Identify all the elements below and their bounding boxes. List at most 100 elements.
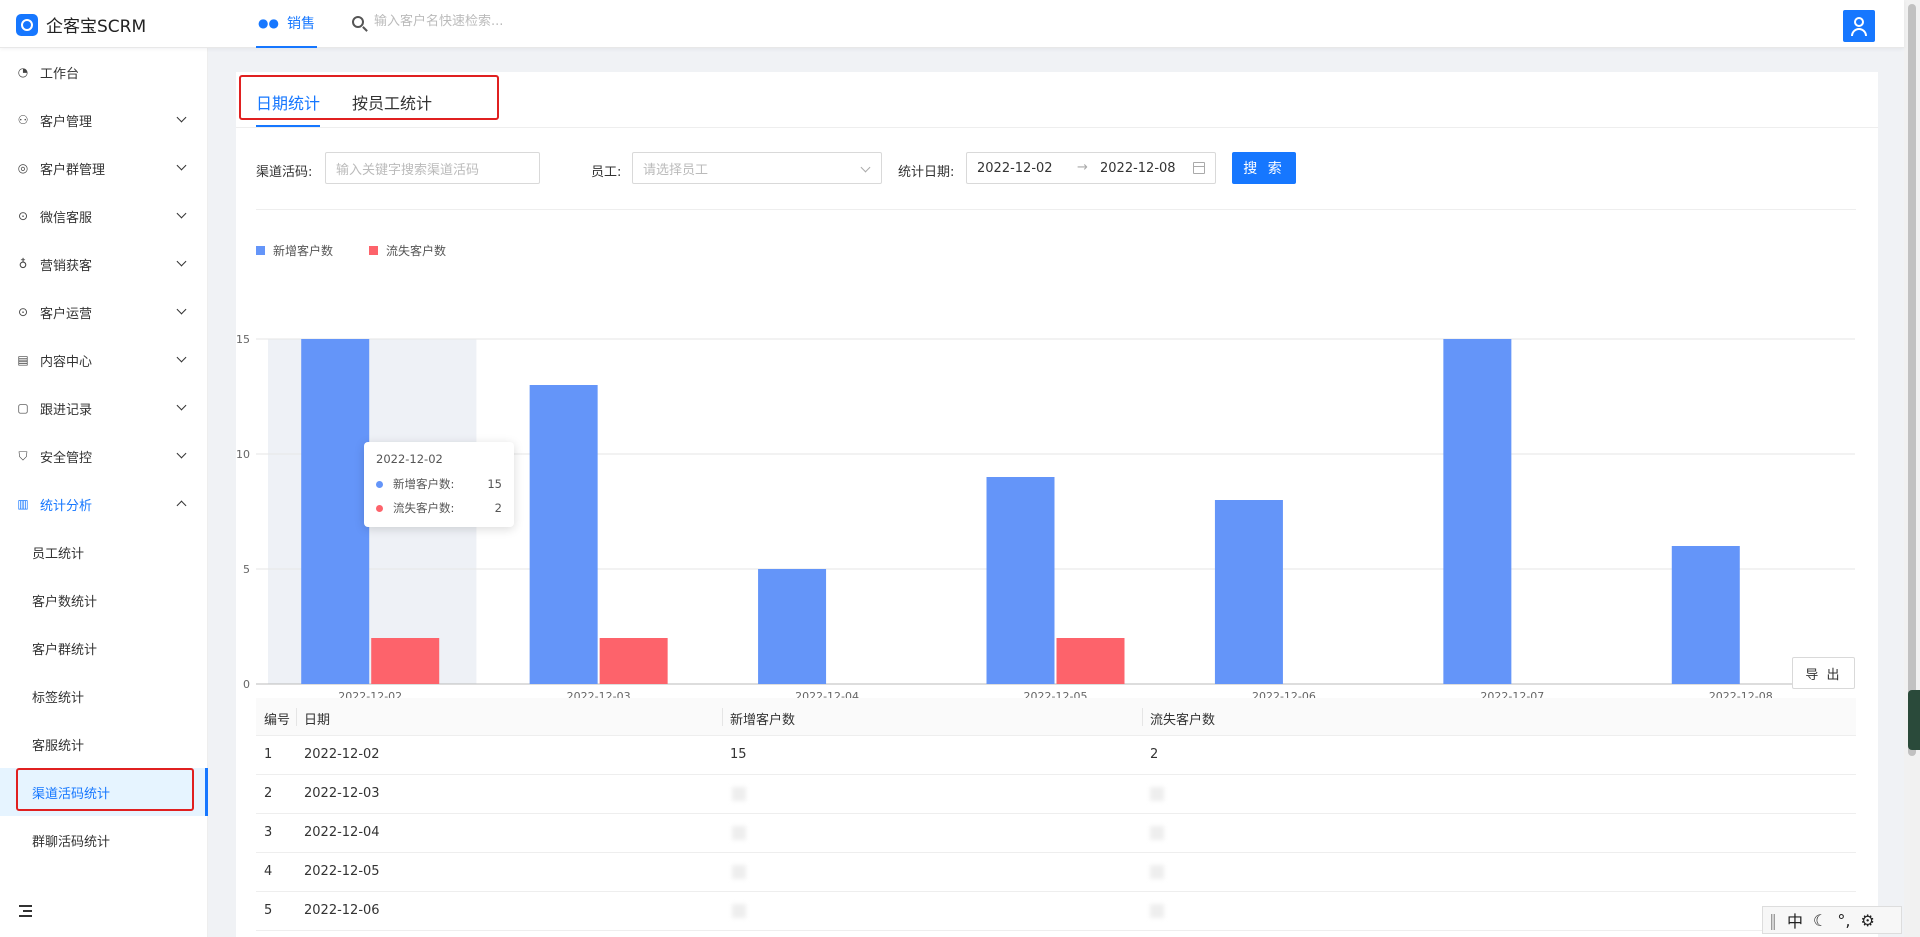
sidebar-sub-customer-stats[interactable]: 客户数统计 (0, 576, 208, 624)
tooltip-row: 新增客户数: 15 (376, 476, 502, 492)
tooltip-dot (376, 504, 383, 512)
side-widget-tab[interactable] (1908, 690, 1920, 750)
sidebar-item-workbench[interactable]: ◔ 工作台 (0, 48, 208, 96)
shield-icon: ⛉ (18, 448, 28, 463)
sidebar-item-followup[interactable]: ▢ 跟进记录 (0, 384, 208, 432)
channel-code-label: 渠道活码: (256, 165, 313, 180)
ime-mode[interactable]: 中 (1787, 908, 1803, 932)
gear-icon[interactable]: ⚙ (1860, 911, 1874, 930)
sidebar-item-label: 客户管理 (40, 114, 93, 130)
date-range-picker[interactable]: 2022-12-02 → 2022-12-08 (966, 152, 1216, 184)
cell-date: 2022-12-04 (304, 825, 380, 840)
bar-new (986, 477, 1055, 684)
sidebar-item-statistics[interactable]: ▥ 统计分析 (0, 480, 208, 528)
cell-new: 15 (730, 747, 747, 762)
sidebar-item-customers[interactable]: ⚇ 客户管理 (0, 96, 208, 144)
annotation-highlight-sidebar (16, 768, 194, 811)
moon-icon[interactable]: ☾ (1813, 911, 1827, 930)
column-header: 日期 (304, 713, 331, 728)
bar-lost (371, 638, 440, 684)
filter-bar: 渠道活码: 输入关键字搜索渠道活码 员工: 请选择员工 统计日期: 2022-1… (236, 152, 1878, 186)
bar-new (529, 385, 598, 684)
cell-date: 2022-12-02 (304, 747, 380, 762)
cell-lost: 2 (1150, 747, 1159, 762)
bar-chart: 新增客户数 流失客户数 0 5 10 15 2022-12-02 2022-12-03 20… (236, 232, 1878, 712)
sidebar-sub-label: 客户数统计 (32, 594, 98, 610)
search-button[interactable]: 搜 索 (1232, 152, 1296, 184)
channel-code-input[interactable]: 输入关键字搜索渠道活码 (325, 152, 540, 184)
ime-toolbar[interactable]: ‖ 中 ☾ °, ⚙ (1762, 906, 1902, 934)
record-icon: ▢ (17, 401, 29, 415)
channel-code-placeholder: 输入关键字搜索渠道活码 (336, 162, 480, 178)
menu-collapse-icon[interactable] (16, 904, 32, 918)
table-row: 5 2022-12-06 (256, 892, 1856, 931)
sidebar-sub-label: 客户群统计 (32, 642, 98, 658)
sidebar-item-content[interactable]: ▤ 内容中心 (0, 336, 208, 384)
global-search-input[interactable] (374, 14, 634, 29)
global-search[interactable] (352, 14, 634, 29)
sidebar-item-marketing[interactable]: ♁ 营销获客 (0, 240, 208, 288)
sidebar-sub-label: 员工统计 (32, 546, 85, 562)
staff-select[interactable]: 请选择员工 (632, 152, 882, 184)
date-end[interactable]: 2022-12-08 (1100, 161, 1176, 176)
nav-tab-label: 销售 (286, 16, 315, 32)
date-start[interactable]: 2022-12-02 (977, 161, 1053, 176)
chart-tooltip: 2022-12-02 新增客户数: 15 流失客户数: 2 (364, 442, 514, 527)
column-header: 新增客户数 (730, 713, 796, 728)
bar-lost (599, 638, 668, 684)
blurred-cell (732, 826, 746, 840)
tab-active-indicator (256, 125, 320, 127)
column-separator (296, 708, 297, 726)
sidebar-sub-label: 标签统计 (32, 690, 85, 706)
user-icon: ⚇ (17, 113, 29, 127)
arrow-right-icon: → (1077, 160, 1088, 175)
tooltip-dot (376, 480, 383, 488)
bulb-icon: ♁ (18, 257, 28, 271)
blurred-cell (1150, 904, 1164, 918)
export-button[interactable]: 导 出 (1792, 657, 1855, 689)
content-icon: ▤ (17, 353, 29, 367)
sidebar-item-operations[interactable]: ⊙ 客户运营 (0, 288, 208, 336)
punctuation-icon[interactable]: °, (1837, 911, 1850, 930)
sidebar-item-customer-groups[interactable]: ◎ 客户群管理 (0, 144, 208, 192)
table-row: 1 2022-12-02 15 2 (256, 736, 1856, 775)
cell-date: 2022-12-03 (304, 786, 380, 801)
cell-no: 2 (264, 786, 273, 801)
user-avatar-button[interactable] (1843, 10, 1875, 42)
sidebar-sub-tag-stats[interactable]: 标签统计 (0, 672, 208, 720)
cell-no: 1 (264, 747, 273, 762)
bar-new (1214, 500, 1283, 684)
ime-grip-icon: ‖ (1769, 910, 1777, 930)
search-icon (352, 15, 364, 28)
column-separator (1142, 708, 1143, 726)
sidebar-item-security[interactable]: ⛉ 安全管控 (0, 432, 208, 480)
cell-date: 2022-12-06 (304, 903, 380, 918)
tooltip-value: 2 (494, 501, 502, 515)
sidebar-item-wechat-service[interactable]: ⊙ 微信客服 (0, 192, 208, 240)
sidebar-sub-group-code-stats[interactable]: 群聊活码统计 (0, 816, 208, 864)
sidebar-item-label: 营销获客 (40, 258, 93, 274)
chevron-down-icon (176, 208, 187, 219)
brand-logo[interactable]: 企客宝SCRM (16, 12, 146, 37)
annotation-highlight-tabs (239, 75, 499, 120)
chat-group-icon: ◎ (17, 161, 29, 175)
sidebar-sub-staff-stats[interactable]: 员工统计 (0, 528, 208, 576)
nav-tab-sales[interactable]: ●● 销售 (256, 0, 317, 48)
sidebar-sub-group-stats[interactable]: 客户群统计 (0, 624, 208, 672)
column-header: 流失客户数 (1150, 713, 1216, 728)
cell-date: 2022-12-05 (304, 864, 380, 879)
page-scrollbar[interactable] (1904, 0, 1920, 937)
y-tick-label: 15 (236, 333, 250, 346)
staff-label: 员工: (591, 165, 622, 180)
y-tick-label: 5 (243, 563, 250, 576)
sidebar-sub-service-stats[interactable]: 客服统计 (0, 720, 208, 768)
bar-chart-icon: ▥ (17, 497, 29, 511)
table-header: 编号 日期 新增客户数 流失客户数 (256, 698, 1856, 736)
column-header: 编号 (264, 713, 291, 728)
chevron-down-icon (176, 448, 187, 459)
bar-lost (1056, 638, 1125, 684)
tooltip-label: 新增客户数: (393, 477, 455, 491)
chevron-down-icon (176, 112, 187, 123)
sidebar-item-label: 客户群管理 (40, 162, 106, 178)
scrollbar-thumb[interactable] (1908, 4, 1916, 756)
